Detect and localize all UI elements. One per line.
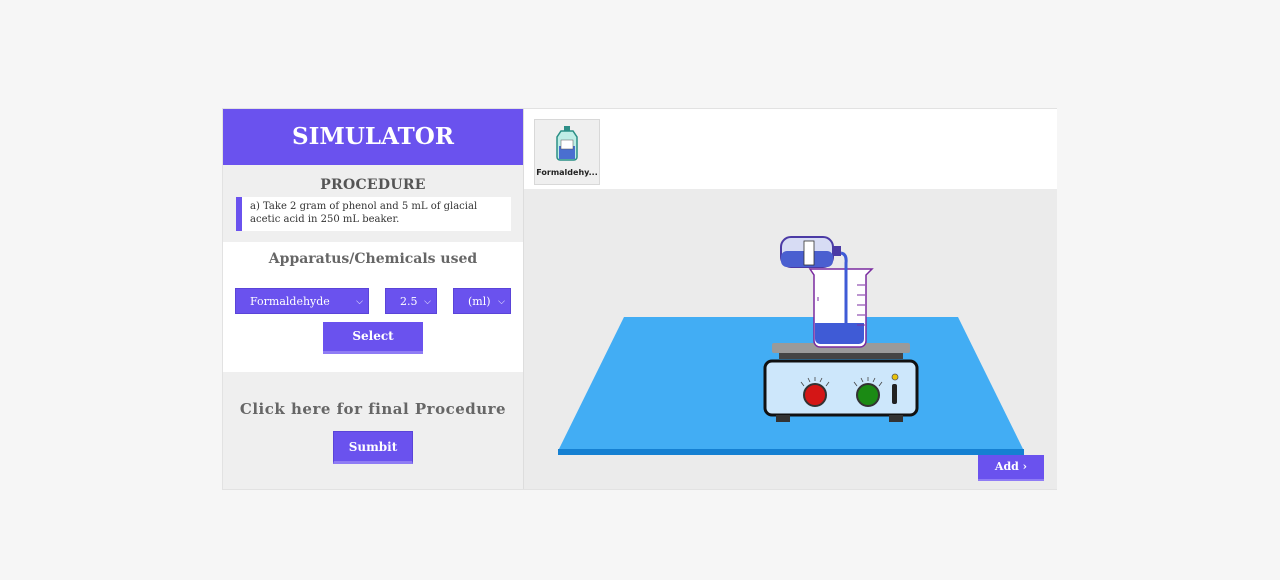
chevron-right-icon: › (1022, 460, 1028, 473)
lab-mat-edge (558, 449, 1024, 455)
hotplate-foot (776, 415, 790, 422)
amount-select[interactable]: 2.5 ⌵ (385, 288, 437, 314)
lab-scene (558, 236, 1024, 455)
chemical-select[interactable]: Formaldehyde ⌵ (235, 288, 369, 314)
beaker-liquid (815, 323, 864, 344)
simulator-app: SIMULATOR PROCEDURE a) Take 2 gram of ph… (222, 108, 1057, 490)
amount-select-value: 2.5 (400, 295, 418, 308)
add-button[interactable]: Add › (978, 455, 1044, 481)
chemical-toolbar: Formaldehy... (524, 109, 1057, 189)
unit-select[interactable]: (ml) ⌵ (453, 288, 511, 314)
chevron-down-icon: ⌵ (424, 297, 431, 307)
heat-knob[interactable] (803, 383, 827, 407)
power-switch[interactable] (892, 384, 897, 404)
apparatus-section: Apparatus/Chemicals used Formaldehyde ⌵ … (223, 242, 523, 372)
left-panel: SIMULATOR PROCEDURE a) Take 2 gram of ph… (223, 109, 523, 489)
procedure-step: a) Take 2 gram of phenol and 5 mL of gla… (236, 197, 511, 231)
chemical-item-formaldehyde[interactable]: Formaldehy... (534, 119, 600, 185)
hotplate-foot (889, 415, 903, 422)
chemical-select-value: Formaldehyde (250, 295, 330, 308)
simulation-panel: Formaldehy... Add › (523, 109, 1057, 489)
stir-knob[interactable] (856, 383, 880, 407)
select-button[interactable]: Select (323, 322, 423, 354)
chevron-down-icon: ⌵ (498, 297, 505, 307)
final-procedure-link[interactable]: Click here for final Procedure (223, 400, 523, 418)
unit-select-value: (ml) (468, 295, 491, 308)
add-button-label: Add (994, 460, 1019, 473)
power-light (891, 373, 899, 381)
procedure-title: PROCEDURE (320, 177, 426, 193)
chevron-down-icon: ⌵ (356, 297, 363, 307)
bottle-icon (556, 126, 578, 161)
hotplate-neck (779, 353, 903, 359)
page-title: SIMULATOR (223, 109, 523, 165)
submit-button[interactable]: Sumbit (333, 431, 413, 464)
chemical-item-label: Formaldehy... (536, 168, 598, 177)
apparatus-title: Apparatus/Chemicals used (268, 251, 478, 267)
